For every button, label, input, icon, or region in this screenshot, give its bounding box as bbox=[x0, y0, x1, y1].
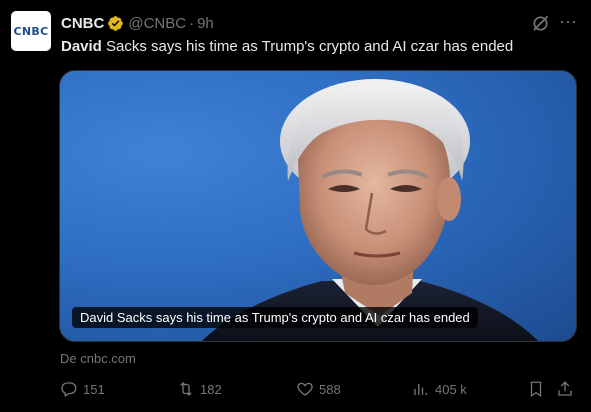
tweet-text: David Sacks says his time as Trump's cry… bbox=[61, 37, 581, 57]
news-photo bbox=[202, 79, 538, 341]
tweet-text-rest: Sacks says his time as Trump's crypto an… bbox=[101, 38, 514, 55]
share-button[interactable] bbox=[556, 378, 579, 400]
author-name[interactable]: CNBC bbox=[61, 15, 104, 32]
timestamp[interactable]: 9h bbox=[197, 15, 214, 32]
bookmark-icon bbox=[530, 381, 542, 398]
action-bar: 151 182 588 405 k bbox=[0, 378, 591, 400]
views-count: 405 k bbox=[435, 381, 467, 397]
repost-button[interactable]: 182 bbox=[177, 378, 222, 400]
separator-dot: · bbox=[189, 14, 195, 32]
repost-count: 182 bbox=[200, 381, 222, 397]
author-handle[interactable]: @CNBC bbox=[128, 15, 186, 32]
link-card[interactable]: David Sacks says his time as Trump's cry… bbox=[59, 70, 577, 342]
grok-icon[interactable] bbox=[531, 14, 550, 33]
like-count: 588 bbox=[319, 381, 341, 397]
share-icon bbox=[558, 381, 572, 396]
verified-badge-icon bbox=[108, 15, 124, 31]
heart-icon bbox=[297, 382, 313, 396]
reply-button[interactable]: 151 bbox=[60, 378, 105, 400]
card-caption: David Sacks says his time as Trump's cry… bbox=[72, 307, 478, 328]
link-source[interactable]: De cnbc.com bbox=[60, 351, 136, 366]
views-icon bbox=[414, 383, 427, 395]
repost-icon bbox=[180, 382, 192, 396]
reply-icon bbox=[61, 382, 77, 397]
avatar[interactable]: CNBC bbox=[11, 11, 51, 51]
bookmark-button[interactable] bbox=[527, 378, 550, 400]
reply-count: 151 bbox=[83, 381, 105, 397]
tweet-header: CNBC @CNBC · 9h bbox=[61, 13, 214, 33]
like-button[interactable]: 588 bbox=[296, 378, 341, 400]
tweet-text-bold: David bbox=[61, 38, 102, 55]
avatar-logo-text: CNBC bbox=[13, 24, 49, 38]
views-button[interactable]: 405 k bbox=[412, 378, 467, 400]
more-icon[interactable]: ··· bbox=[559, 12, 577, 33]
